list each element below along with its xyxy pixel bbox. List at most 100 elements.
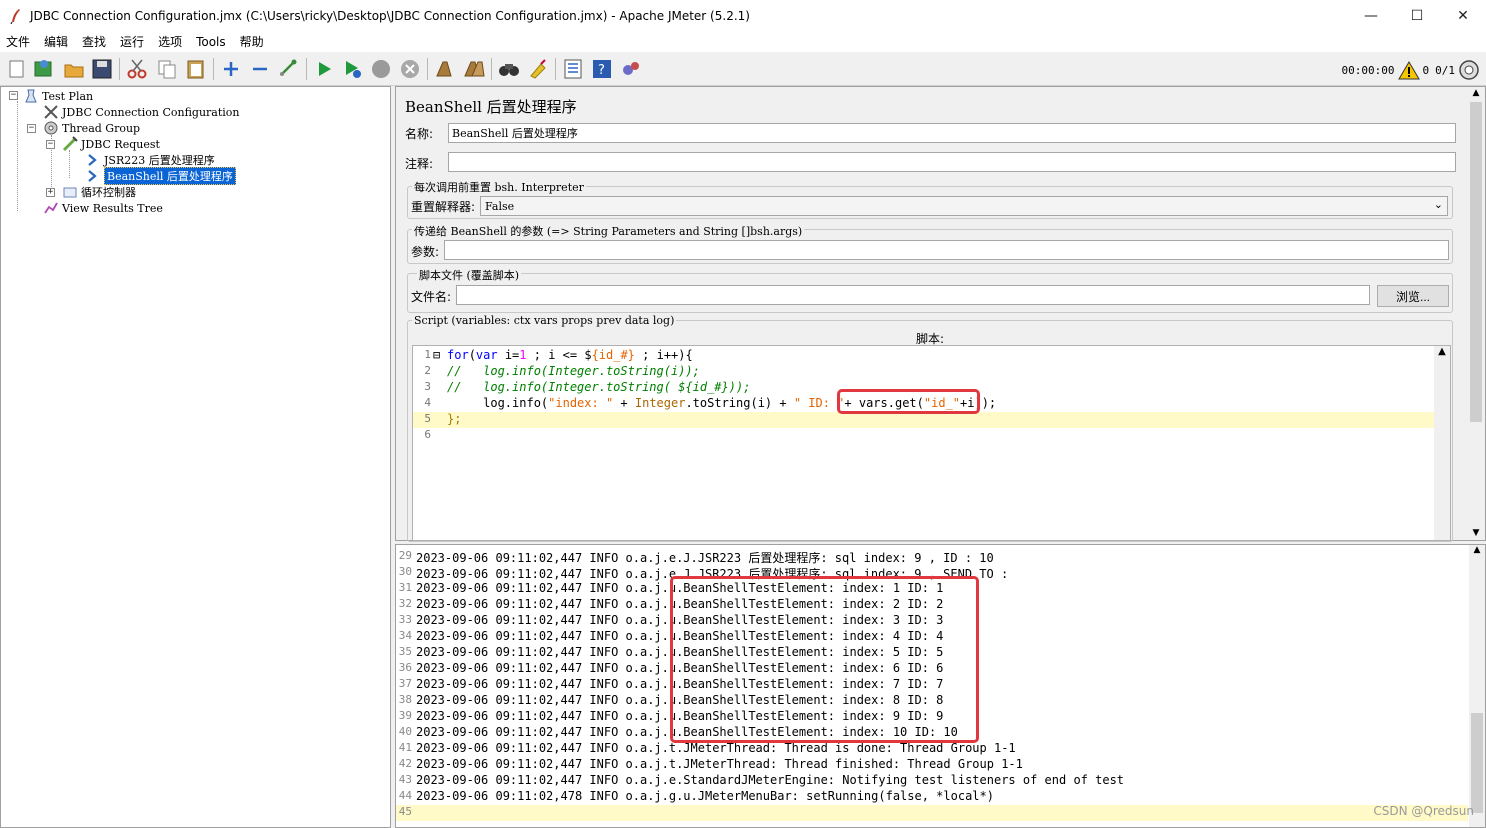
templates-icon[interactable] — [32, 57, 56, 81]
menu-file[interactable]: 文件 — [6, 33, 30, 50]
scroll-up-icon[interactable]: ▲ — [1468, 88, 1484, 98]
tree-item-loop-controller[interactable]: 循环控制器 — [62, 184, 136, 200]
log-line: 44 2023-09-06 09:11:02,478 INFO o.a.j.g.u… — [396, 789, 1468, 805]
cut-icon[interactable] — [125, 57, 149, 81]
params-label: 参数: — [411, 245, 440, 259]
menu-run[interactable]: 运行 — [120, 33, 144, 50]
tree-collapse-toggle[interactable]: − — [9, 91, 18, 100]
tree-item-jdbc-request[interactable]: JDBC Request — [62, 136, 160, 152]
toolbar-separator — [119, 58, 120, 80]
log-line-number: 45 — [398, 805, 412, 818]
clear-icon[interactable] — [432, 57, 456, 81]
menu-search[interactable]: 查找 — [82, 33, 106, 50]
function-helper-icon[interactable] — [561, 57, 585, 81]
post-processor-icon — [85, 168, 101, 184]
reset-interpreter-select[interactable]: False ⌄ — [480, 196, 1448, 216]
clear-all-icon[interactable] — [462, 57, 486, 81]
browse-button[interactable]: 浏览... — [1377, 285, 1449, 307]
log-viewer: 29 2023-09-06 09:11:02,447 INFO o.a.j.e.J… — [395, 544, 1486, 828]
tree-item-view-results-tree[interactable]: View Results Tree — [43, 200, 163, 216]
paste-icon[interactable] — [184, 57, 208, 81]
tree-item-test-plan[interactable]: Test Plan — [23, 88, 93, 104]
menu-edit[interactable]: 编辑 — [44, 33, 68, 50]
panel-scrollbar[interactable]: ▲ ▼ — [1468, 88, 1484, 540]
menu-options[interactable]: 选项 — [158, 33, 182, 50]
file-name-field[interactable] — [456, 285, 1370, 305]
copy-icon[interactable] — [155, 57, 179, 81]
shutdown-icon[interactable] — [398, 57, 422, 81]
search-icon[interactable] — [497, 57, 521, 81]
toggle-icon[interactable] — [277, 57, 301, 81]
tree-item-thread-group[interactable]: Thread Group — [43, 120, 140, 136]
help-icon[interactable]: ? — [590, 57, 614, 81]
menu-help[interactable]: 帮助 — [240, 33, 264, 50]
log-line-number: 30 — [398, 565, 412, 578]
script-editor[interactable]: 1 ⊟ for(var i=1 ; i <= ${id_#} ; i++){ 2 … — [412, 345, 1451, 541]
thread-count: 0/1 — [1435, 63, 1455, 77]
comment-label: 注释: — [405, 157, 434, 171]
params-group-title: 传递给 BeanShell 的参数 (=> String Parameters … — [412, 223, 805, 239]
start-icon[interactable] — [312, 57, 336, 81]
log-line-text: 2023-09-06 09:11:02,447 INFO o.a.j.t.JMe… — [416, 757, 1023, 771]
reset-group-title: 每次调用前重置 bsh. Interpreter — [412, 179, 586, 195]
scroll-up-icon[interactable]: ▲ — [1469, 545, 1485, 555]
scroll-down-icon[interactable]: ▼ — [1468, 528, 1484, 538]
tree-item-jsr223-post-processor[interactable]: JSR223 后置处理程序 — [85, 152, 215, 168]
window-title: JDBC Connection Configuration.jmx (C:\Us… — [30, 8, 750, 23]
tree-item-beanshell-post-processor[interactable]: BeanShell 后置处理程序 — [85, 167, 236, 185]
log-line-text: 2023-09-06 09:11:02,447 INFO o.a.j.e.Sta… — [416, 773, 1125, 787]
tree-expand-toggle[interactable]: + — [46, 188, 55, 197]
collapse-all-icon[interactable] — [248, 57, 272, 81]
jmeter-feather-icon — [10, 8, 20, 24]
stop-icon[interactable] — [369, 57, 393, 81]
code-line: 5 }; — [413, 412, 1435, 428]
new-icon[interactable] — [5, 57, 29, 81]
menu-bar: 文件 编辑 查找 运行 选项 Tools 帮助 — [0, 31, 1486, 52]
watermark: CSDN @Qredsun — [1373, 804, 1474, 818]
log-scroll-thumb[interactable] — [1471, 713, 1483, 813]
highlight-box-beanshell-output — [670, 576, 979, 743]
warning-icon[interactable] — [1397, 60, 1420, 80]
log-line: 41 2023-09-06 09:11:02,447 INFO o.a.j.t.J… — [396, 741, 1468, 757]
log-scrollbar[interactable]: ▲ — [1469, 545, 1485, 827]
close-button[interactable]: ✕ — [1440, 0, 1486, 31]
menu-tools[interactable]: Tools — [196, 35, 226, 49]
start-no-pauses-icon[interactable] — [340, 57, 364, 81]
scroll-up-icon[interactable]: ▲ — [1434, 346, 1450, 357]
minimize-button[interactable]: — — [1348, 0, 1394, 31]
editor-scrollbar[interactable]: ▲ — [1434, 346, 1450, 540]
toolbar: ? 00:00:00 0 0/1 — [0, 52, 1486, 86]
log-line-number: 42 — [398, 757, 412, 770]
comment-field[interactable] — [448, 152, 1456, 172]
thread-group-icon — [43, 120, 59, 136]
tree-item-jdbc-connection-configuration[interactable]: JDBC Connection Configuration — [43, 104, 240, 120]
fold-toggle-icon[interactable]: ⊟ — [433, 348, 445, 364]
listener-icon — [43, 200, 59, 216]
toolbar-separator — [555, 58, 556, 80]
log-line-number: 38 — [398, 693, 412, 706]
config-icon — [43, 104, 59, 120]
name-field[interactable]: BeanShell 后置处理程序 — [448, 123, 1456, 143]
log-line-number: 36 — [398, 661, 412, 674]
tree-connector — [17, 101, 18, 211]
log-line-number: 43 — [398, 773, 412, 786]
loop-controller-icon — [62, 184, 78, 200]
elapsed-timer: 00:00:00 — [1341, 63, 1395, 77]
save-icon[interactable] — [90, 57, 114, 81]
params-field[interactable] — [444, 240, 1449, 260]
remote-icon[interactable] — [619, 57, 643, 81]
panel-scroll-thumb[interactable] — [1470, 102, 1482, 422]
log-line-number: 39 — [398, 709, 412, 722]
maximize-button[interactable]: ☐ — [1394, 0, 1440, 31]
tree-collapse-toggle[interactable]: − — [46, 140, 55, 149]
log-line: 45 — [396, 805, 1468, 821]
open-icon[interactable] — [62, 57, 86, 81]
log-line-number: 32 — [398, 597, 412, 610]
toolbar-separator — [213, 58, 214, 80]
log-line-text: 2023-09-06 09:11:02,478 INFO o.a.j.g.u.J… — [416, 789, 994, 803]
tree-collapse-toggle[interactable]: − — [27, 124, 36, 133]
code-line: 1 ⊟ for(var i=1 ; i <= ${id_#} ; i++){ — [424, 348, 693, 364]
log-line-number: 35 — [398, 645, 412, 658]
expand-all-icon[interactable] — [219, 57, 243, 81]
reset-search-icon[interactable] — [526, 57, 550, 81]
